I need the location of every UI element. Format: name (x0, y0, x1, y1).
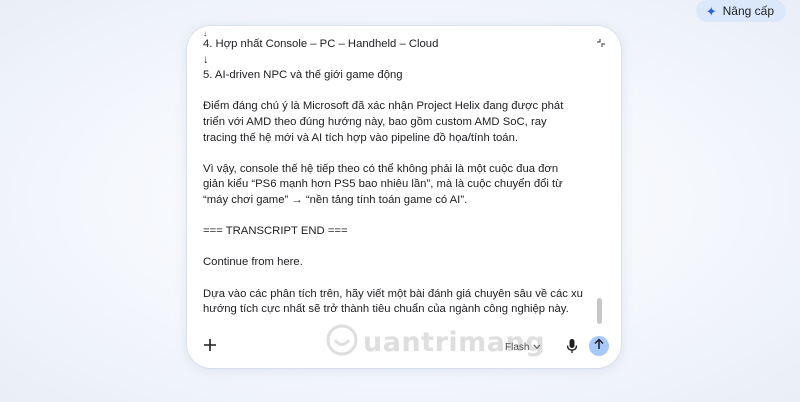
text-line: hướng tích cực nhất sẽ trở thành tiêu ch… (203, 303, 569, 316)
text-line: ↓ (203, 53, 209, 66)
mic-icon[interactable] (565, 338, 579, 354)
send-arrow-icon (593, 337, 605, 355)
text-line: giản kiểu “PS6 mạnh hơn PS5 bao nhiêu lầ… (203, 178, 563, 191)
send-button[interactable] (589, 336, 609, 356)
text-line: Vì vậy, console thế hệ tiếp theo có thể … (203, 162, 559, 175)
text-line: 5. AI-driven NPC và thế giới game động (203, 69, 403, 82)
upgrade-button[interactable]: ✦ Nâng cấp (695, 0, 786, 22)
text-line: 4. Hợp nhất Console – PC – Handheld – Cl… (203, 38, 439, 50)
text-line: === TRANSCRIPT END === (203, 225, 348, 238)
text-line: tracing thế hệ mới và AI tích hợp vào pi… (203, 131, 519, 144)
text-line: “máy chơi game” → “nền tảng tính toán ga… (203, 193, 468, 206)
model-label: Flash (505, 341, 530, 353)
text-line: Dựa vào các phân tích trên, hãy viết một… (203, 287, 583, 300)
prompt-textarea[interactable]: ↓ 4. Hợp nhất Console – PC – Handheld – … (203, 26, 583, 332)
upgrade-label: Nâng cấp (722, 4, 774, 18)
scrollbar-thumb[interactable] (597, 298, 602, 324)
model-selector[interactable]: Flash (505, 340, 541, 354)
collapse-icon[interactable] (595, 38, 607, 50)
chevron-down-icon (533, 342, 541, 353)
prompt-input-card[interactable]: ↓ 4. Hợp nhất Console – PC – Handheld – … (187, 26, 621, 368)
plus-icon[interactable] (201, 337, 219, 355)
text-line: Continue from here. (203, 256, 303, 269)
text-line: triển với AMD theo đúng hướng này, bao g… (203, 115, 547, 128)
input-toolbar: Flash (187, 334, 621, 368)
prompt-text-content: ↓ 4. Hợp nhất Console – PC – Handheld – … (203, 31, 583, 318)
sparkle-icon: ✦ (705, 3, 717, 19)
text-line: Điểm đáng chú ý là Microsoft đã xác nhận… (203, 100, 564, 113)
